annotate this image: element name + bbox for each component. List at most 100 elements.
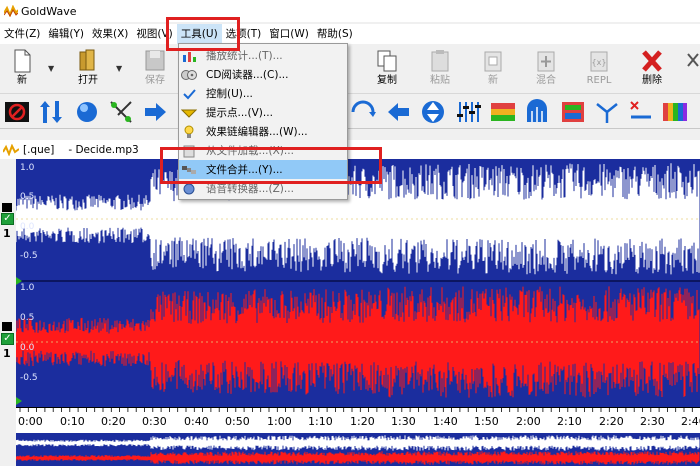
graphic-spectrum-icon[interactable]	[662, 99, 688, 125]
time-label: 0:30	[142, 415, 167, 428]
delete-button[interactable]: 删除	[632, 48, 672, 92]
paste-new-button[interactable]: 新	[473, 48, 513, 92]
time-label: 0:10	[60, 415, 85, 428]
waveform-canvas	[16, 159, 700, 407]
checkmark-icon	[183, 88, 196, 99]
copy-button[interactable]: 复制	[367, 48, 407, 92]
new-file-icon	[14, 49, 31, 73]
menu-window[interactable]: 窗口(W)	[265, 24, 313, 44]
stop-record-icon[interactable]	[4, 99, 30, 125]
time-label: 0:00	[18, 415, 43, 428]
left-y-label: 1.0	[20, 163, 35, 173]
goldwave-window: GoldWave 文件(Z) 编辑(Y) 效果(X) 视图(V) 工具(U) 选…	[0, 0, 700, 466]
waveform-display[interactable]: 1.0 0.5 0.0 -0.5 1.0 0.5 0.0 -0.5	[16, 159, 700, 407]
mechanize-icon[interactable]	[560, 99, 586, 125]
waveform-trace	[15, 451, 700, 465]
time-label: 2:20	[599, 415, 624, 428]
trim-icon	[687, 53, 699, 67]
mix-icon	[537, 51, 555, 72]
new-dropdown-icon[interactable]: ▼	[48, 64, 56, 73]
trim-button[interactable]	[684, 48, 700, 92]
replace-icon: {x}	[590, 51, 608, 72]
right-channel-checkbox[interactable]: ✓	[1, 333, 14, 345]
left-channel-checkbox[interactable]: ✓	[1, 213, 14, 225]
time-label: 1:10	[308, 415, 333, 428]
right-y-label: -0.5	[20, 373, 38, 383]
left-y-label: -0.5	[20, 251, 38, 261]
menu-item-cd-reader[interactable]: CD阅读器...(C)...	[179, 65, 347, 84]
time-label: 1:00	[267, 415, 292, 428]
right-y-label: 0.5	[20, 313, 35, 323]
svg-text:{x}: {x}	[592, 58, 607, 67]
noise-reduction-icon[interactable]	[594, 99, 620, 125]
paste-icon	[431, 50, 449, 72]
left-channel-marker	[2, 203, 12, 212]
invert-icon[interactable]	[420, 99, 446, 125]
time-label: 1:50	[474, 415, 499, 428]
forward-arrow-icon[interactable]	[142, 99, 168, 125]
menu-bar: 文件(Z) 编辑(Y) 效果(X) 视图(V) 工具(U) 选项(T) 窗口(W…	[0, 24, 700, 44]
menu-item-cue-points[interactable]: 提示点...(V)...	[179, 103, 347, 122]
left-play-marker-icon	[16, 277, 22, 285]
pop-click-icon[interactable]	[628, 99, 654, 125]
right-channel-marker	[2, 322, 12, 331]
save-button[interactable]: 保存	[135, 48, 175, 92]
menu-item-control[interactable]: 控制(U)...	[179, 84, 347, 103]
goldwave-logo-icon	[4, 5, 18, 17]
open-button[interactable]: 打开	[68, 48, 108, 92]
sphere-effect-icon[interactable]	[74, 99, 100, 125]
new-button[interactable]: 新	[2, 48, 42, 92]
vertical-zoom-icon[interactable]	[38, 99, 64, 125]
highlight-box-tools-menu	[166, 17, 240, 51]
cd-icon	[181, 69, 197, 80]
paste-button[interactable]: 粘贴	[420, 48, 460, 92]
open-dropdown-icon[interactable]: ▼	[116, 64, 124, 73]
right-y-label: 0.0	[20, 343, 35, 353]
time-label: 0:40	[184, 415, 209, 428]
open-folder-icon	[79, 49, 95, 71]
delete-x-icon	[642, 50, 662, 72]
copy-icon	[377, 50, 397, 72]
channel-gutter: ✓ 1 ✓ 1	[0, 159, 16, 466]
time-label: 2:40	[681, 415, 700, 428]
menu-help[interactable]: 帮助(S)	[313, 24, 357, 44]
time-label: 1:20	[350, 415, 375, 428]
time-label: 2:00	[516, 415, 541, 428]
waveform-trace	[15, 435, 700, 451]
menu-file[interactable]: 文件(Z)	[0, 24, 44, 44]
replace-button[interactable]: {x} REPL	[579, 48, 619, 92]
doppler-icon[interactable]	[524, 99, 550, 125]
effects-toolbar	[0, 95, 700, 129]
time-label: 1:30	[391, 415, 416, 428]
highlight-box-file-merge	[160, 147, 382, 184]
main-toolbar: 新 ▼ 打开 ▼ 保存 复制 粘贴 新 混合 {x} REPL 删除	[0, 44, 700, 94]
spectrum-icon[interactable]	[490, 99, 516, 125]
overview-waveform[interactable]	[15, 433, 700, 466]
menu-item-effect-chain[interactable]: 效果链编辑器...(W)...	[179, 122, 347, 141]
overview-canvas	[15, 435, 700, 465]
swap-channels-icon[interactable]	[350, 99, 376, 125]
paste-new-icon	[484, 51, 502, 72]
mix-button[interactable]: 混合	[526, 48, 566, 92]
time-ruler[interactable]: 0:00 0:10 0:20 0:30 0:40 0:50 1:00 1:10 …	[16, 407, 700, 433]
time-label: 2:30	[640, 415, 665, 428]
lightbulb-icon	[184, 125, 194, 138]
file-name: - Decide.mp3	[68, 143, 139, 156]
time-label: 2:10	[557, 415, 582, 428]
right-channel-number: 1	[3, 347, 11, 360]
channel-divider	[16, 280, 700, 282]
cue-label: [.que]	[23, 143, 55, 156]
cue-point-icon	[181, 109, 197, 118]
window-title: GoldWave	[21, 4, 77, 18]
right-play-marker-icon	[16, 397, 22, 405]
menu-effects[interactable]: 效果(X)	[88, 24, 132, 44]
equalizer-icon[interactable]	[455, 99, 481, 125]
wave-doc-icon	[3, 143, 19, 156]
menu-edit[interactable]: 编辑(Y)	[44, 24, 88, 44]
right-y-label: 1.0	[20, 283, 35, 293]
title-bar: GoldWave	[0, 0, 700, 22]
trim-silence-icon[interactable]	[108, 99, 134, 125]
left-arrow-icon[interactable]	[386, 99, 412, 125]
left-y-label: 0.5	[20, 192, 35, 202]
time-label: 0:50	[225, 415, 250, 428]
